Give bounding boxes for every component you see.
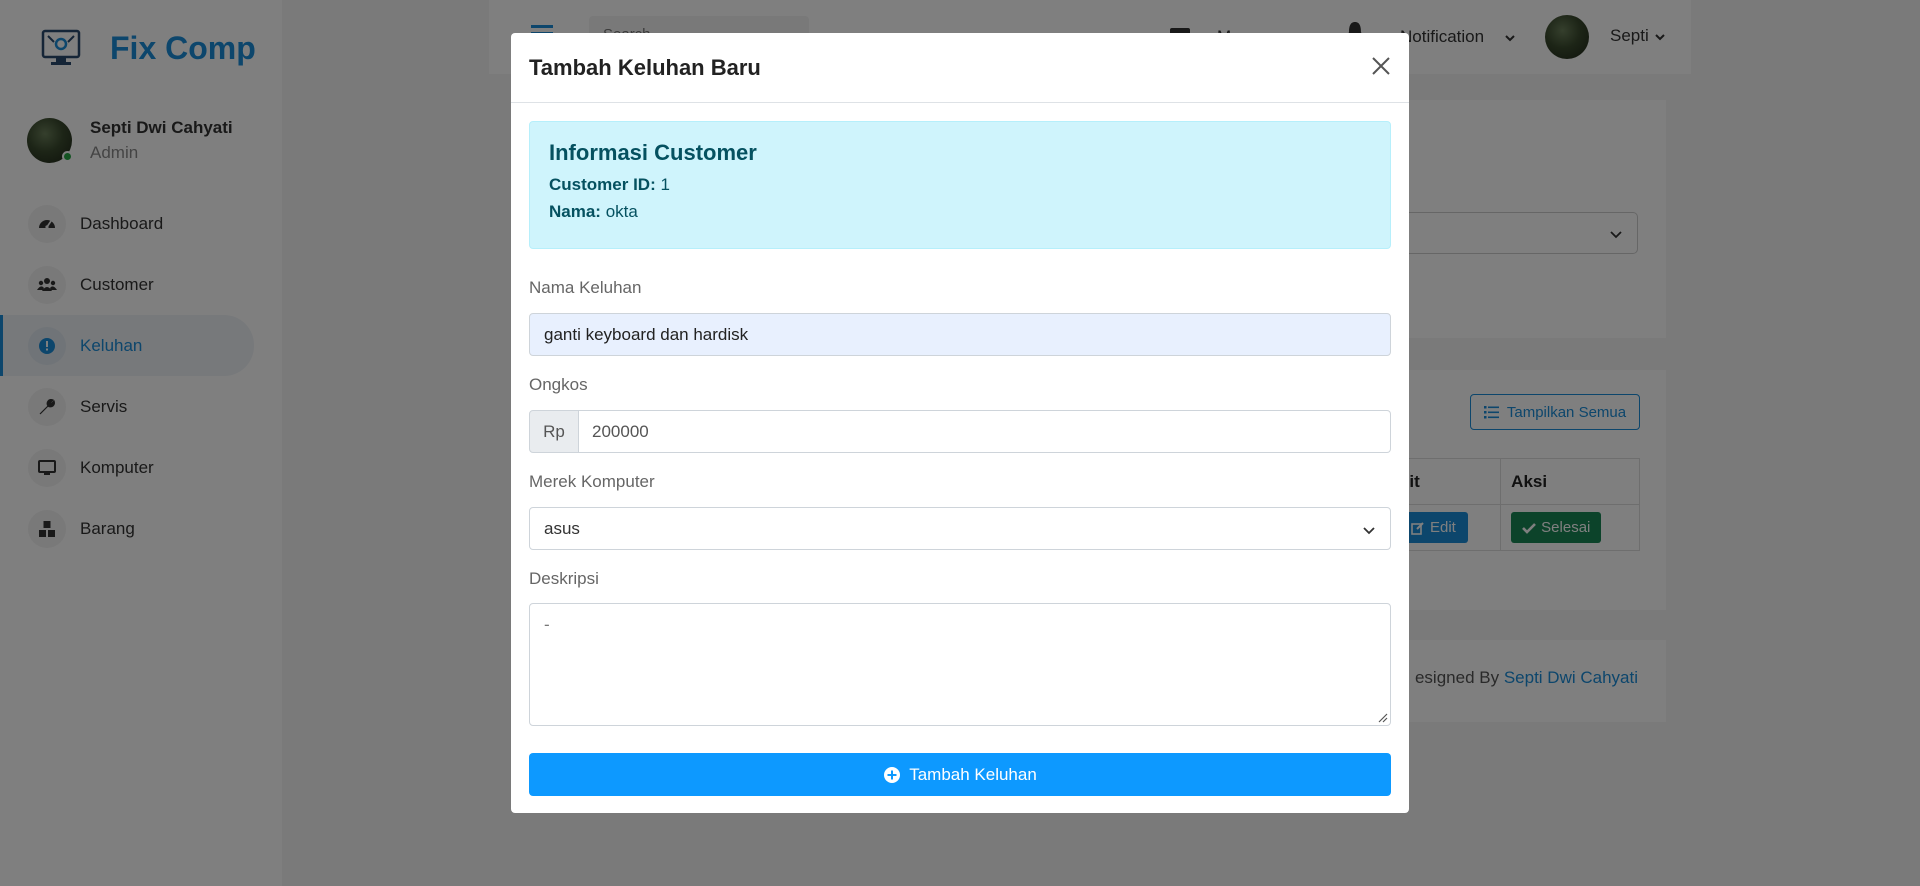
customer-id-label: Customer ID: [549, 175, 656, 194]
customer-id-line: Customer ID: 1 [549, 175, 1371, 195]
chevron-down-icon [1363, 527, 1375, 535]
customer-id-value: 1 [660, 175, 670, 194]
plus-circle-icon [884, 766, 901, 783]
customer-info-alert: Informasi Customer Customer ID: 1 Nama: … [529, 121, 1391, 249]
cost-input[interactable]: 200000 [579, 410, 1391, 453]
customer-name-label: Nama: [549, 202, 601, 221]
description-textarea[interactable]: - [529, 603, 1391, 726]
description-label: Deskripsi [529, 569, 599, 588]
complaint-name-input[interactable]: ganti keyboard dan hardisk [529, 313, 1391, 356]
modal-title: Tambah Keluhan Baru [529, 55, 761, 80]
computer-brand-value: asus [544, 519, 580, 538]
complaint-name-label: Nama Keluhan [529, 278, 642, 297]
add-complaint-button[interactable]: Tambah Keluhan [529, 753, 1391, 796]
description-value: - [544, 615, 550, 634]
computer-brand-select[interactable]: asus [529, 507, 1391, 550]
cost-input-group: Rp 200000 [529, 410, 1391, 453]
modal-header: Tambah Keluhan Baru [511, 33, 1409, 103]
currency-prefix: Rp [529, 410, 579, 453]
add-complaint-label: Tambah Keluhan [909, 764, 1037, 784]
computer-brand-label: Merek Komputer [529, 472, 655, 491]
resize-handle-icon[interactable] [1376, 711, 1388, 723]
close-icon[interactable] [1369, 54, 1393, 78]
add-complaint-modal: Tambah Keluhan Baru Informasi Customer C… [511, 33, 1409, 813]
customer-name-line: Nama: okta [549, 202, 1371, 222]
customer-info-title: Informasi Customer [549, 140, 757, 165]
customer-name-value: okta [605, 202, 638, 221]
cost-label: Ongkos [529, 375, 588, 394]
